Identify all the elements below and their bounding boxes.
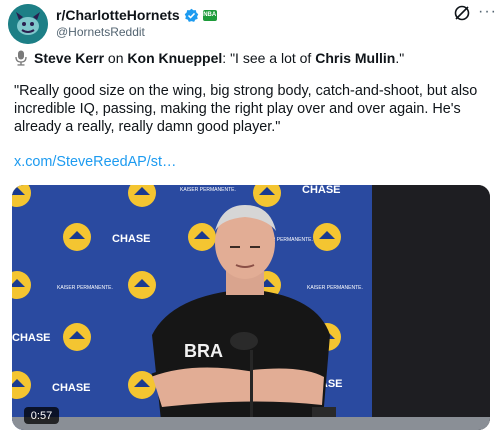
grok-icon[interactable]	[453, 4, 471, 22]
tweet-link[interactable]: x.com/SteveReedAP/st…	[14, 154, 176, 170]
kaiser-logo: KAISER PERMANENTE.	[307, 285, 363, 291]
more-options-icon[interactable]: ···	[478, 4, 496, 22]
verified-badge-icon	[184, 8, 198, 22]
kaiser-logo: KAISER PERMANENTE.	[180, 187, 236, 193]
hornets-avatar-icon[interactable]	[8, 4, 48, 44]
tweet-headline: Steve Kerr on Kon Knueppel: "I see a lot…	[14, 50, 494, 66]
chase-logo: CHASE	[302, 185, 341, 196]
display-name[interactable]: r/CharlotteHornets	[56, 7, 180, 23]
handle[interactable]: @HornetsReddit	[56, 25, 145, 39]
tweet-header: r/CharlotteHornets NBA @HornetsReddit ··…	[8, 4, 496, 44]
chase-logo: CHASE	[12, 332, 51, 344]
shirt-text: BRA	[184, 341, 223, 361]
tweet-body: "Really good size on the wing, big stron…	[14, 83, 478, 135]
video-duration: 0:57	[24, 407, 59, 424]
microphone-icon	[15, 50, 27, 66]
chase-logo: CHASE	[112, 233, 151, 245]
headline-text: Steve Kerr on Kon Knueppel: "I see a lot…	[34, 50, 405, 66]
video-frame: CHASE CHASE CHASE CHASE CHASE KAISER PER…	[12, 185, 490, 430]
kaiser-logo: KAISER PERMANENTE.	[57, 285, 113, 291]
affiliation-badge[interactable]: NBA	[202, 9, 217, 21]
video-player[interactable]: CHASE CHASE CHASE CHASE CHASE KAISER PER…	[12, 185, 490, 430]
chase-logo: CHASE	[52, 382, 91, 394]
